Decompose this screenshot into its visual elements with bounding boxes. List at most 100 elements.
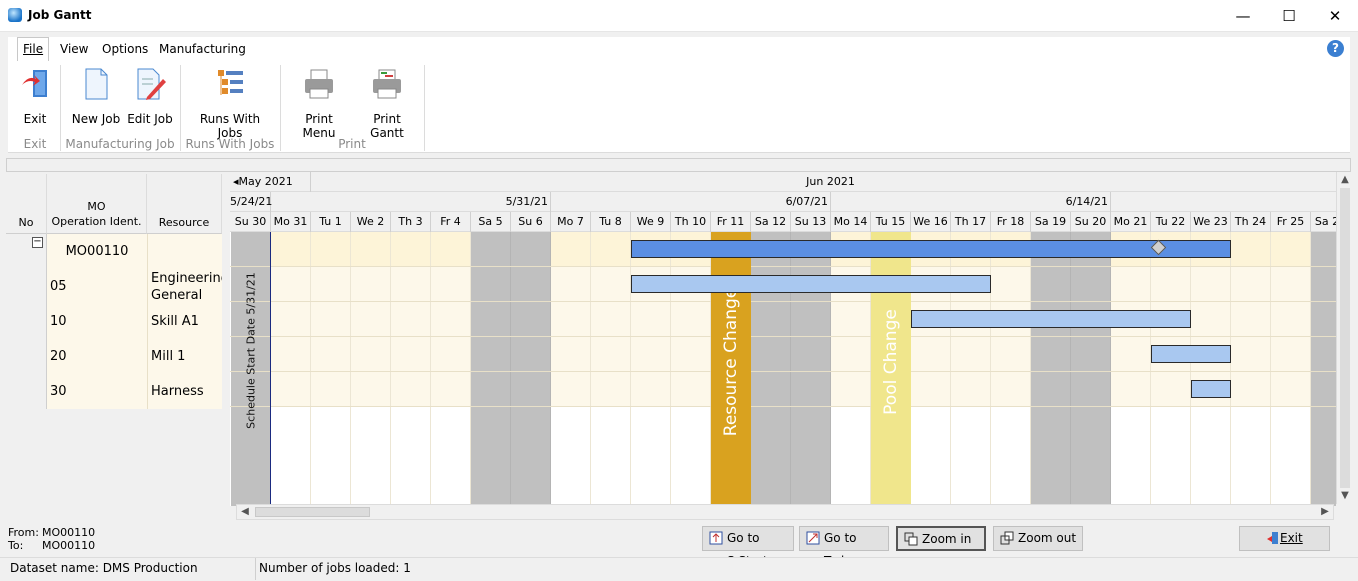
day-label: Su 20	[1071, 212, 1111, 232]
day-label: Sa 26	[1311, 212, 1336, 232]
scroll-thumb[interactable]	[255, 507, 370, 517]
gantt-cell	[1231, 372, 1270, 406]
gantt-cell	[831, 302, 870, 336]
zoom-in-icon	[904, 532, 918, 546]
header-no[interactable]: No	[6, 174, 47, 234]
day-label: Mo 14	[831, 212, 871, 232]
row-number-cell: −	[6, 234, 47, 269]
runs-with-jobs-label: Runs With Jobs	[199, 112, 261, 140]
table-row[interactable]: 30 Harness	[6, 374, 222, 409]
row-number-cell	[6, 339, 47, 374]
exit-label: Exit	[1280, 531, 1303, 545]
collapse-icon[interactable]: −	[32, 237, 43, 248]
gantt-cell	[431, 267, 470, 301]
exit-button[interactable]: Exit	[1239, 526, 1330, 551]
from-label: From:	[8, 526, 39, 539]
go-to-start-button[interactable]: Go to S.Start	[702, 526, 794, 568]
app-icon	[8, 8, 22, 22]
schedule-start-line	[270, 232, 271, 506]
gantt-cell	[1111, 372, 1150, 406]
gantt-cell	[591, 302, 630, 336]
operation-cell: 10	[47, 304, 147, 339]
printer-icon	[305, 69, 333, 99]
day-label: Th 24	[1231, 212, 1271, 232]
menu-file[interactable]: File	[17, 37, 50, 62]
print-gantt-icon	[373, 69, 401, 99]
resource-cell: Skill A1	[147, 304, 222, 339]
gantt-cell	[631, 372, 670, 406]
operation-cell: 30	[47, 374, 147, 409]
scroll-right-icon[interactable]: ▶	[1319, 506, 1331, 517]
gantt-cell	[391, 302, 430, 336]
minimize-button[interactable]: —	[1220, 0, 1266, 32]
gantt-cell	[271, 267, 310, 301]
gantt-cell	[1151, 372, 1190, 406]
exit-ribbon-label: Exit	[23, 112, 47, 126]
zoom-out-button[interactable]: Zoom out	[993, 526, 1083, 551]
gantt-cell	[391, 337, 430, 371]
resource-cell	[147, 234, 222, 269]
table-row[interactable]: 05 Engineering General	[6, 269, 222, 304]
day-label: We 16	[911, 212, 951, 232]
gantt-cell	[311, 232, 350, 266]
header-mo-operation[interactable]: MO Operation Ident.	[47, 174, 147, 234]
vertical-scrollbar[interactable]: ▲ ▼	[1336, 172, 1352, 504]
zoom-in-button[interactable]: Zoom in	[896, 526, 986, 551]
menu-options[interactable]: Options	[102, 42, 148, 56]
month-label: Jun 2021	[311, 172, 1336, 192]
scroll-down-icon[interactable]: ▼	[1339, 490, 1351, 501]
gantt-chart[interactable]: ◂May 2021 Jun 2021 5/24/21 5/31/21 6/07/21 6…	[230, 172, 1336, 506]
print-gantt-button[interactable]: Print Gantt	[356, 67, 418, 140]
print-menu-button[interactable]: Print Menu	[288, 67, 350, 140]
job-bar[interactable]	[631, 240, 1231, 258]
gantt-cell	[1151, 267, 1190, 301]
day-label: Mo 21	[1111, 212, 1151, 232]
scroll-thumb[interactable]	[1340, 188, 1350, 488]
operation-bar[interactable]	[1191, 380, 1231, 398]
pool-change-band-label: Pool Change	[881, 309, 901, 415]
status-separator	[255, 558, 256, 580]
runs-with-jobs-button[interactable]: Runs With Jobs	[188, 67, 272, 140]
exit-ribbon-button[interactable]: Exit	[12, 67, 58, 126]
close-button[interactable]: ✕	[1312, 0, 1358, 32]
menu-file-label: File	[23, 42, 44, 56]
table-row[interactable]: 10 Skill A1	[6, 304, 222, 339]
gantt-cell	[831, 337, 870, 371]
menu-manufacturing[interactable]: Manufacturing	[159, 42, 246, 56]
gantt-cell	[351, 267, 390, 301]
gantt-cell	[431, 302, 470, 336]
day-header: Su 30 Mo 31 Tu 1 We 2 Th 3 Fr 4 Sa 5 Su 6 Mo 7 Tu…	[230, 212, 1336, 232]
gantt-cell	[391, 267, 430, 301]
operation-bar[interactable]	[631, 275, 991, 293]
from-value: MO00110	[42, 526, 96, 539]
go-to-today-button[interactable]: Go to Today	[799, 526, 889, 568]
month-header: ◂May 2021 Jun 2021	[230, 172, 1336, 192]
exit-door-icon	[1267, 532, 1278, 544]
help-icon[interactable]: ?	[1327, 40, 1344, 57]
gantt-cell	[311, 267, 350, 301]
gantt-cell	[551, 372, 590, 406]
gantt-cell	[1271, 372, 1310, 406]
new-job-button[interactable]: New Job	[70, 67, 122, 126]
operation-bar[interactable]	[1151, 345, 1231, 363]
gantt-cell	[431, 337, 470, 371]
scroll-up-icon[interactable]: ▲	[1339, 174, 1351, 185]
operation-bar[interactable]	[911, 310, 1191, 328]
new-job-label: New Job	[71, 112, 121, 126]
menu-view[interactable]: View	[60, 42, 88, 56]
gantt-cell	[311, 372, 350, 406]
scroll-left-icon[interactable]: ◀	[239, 506, 251, 517]
resource-change-band: Resource Change	[711, 232, 751, 506]
edit-job-button[interactable]: Edit Job	[126, 67, 174, 126]
table-row[interactable]: 20 Mill 1	[6, 339, 222, 374]
maximize-button[interactable]: ☐	[1266, 0, 1312, 32]
table-row-mo[interactable]: − MO00110	[6, 234, 222, 269]
horizontal-scrollbar[interactable]: ◀ ▶	[236, 504, 1334, 520]
day-label: Tu 22	[1151, 212, 1191, 232]
day-label: Tu 1	[311, 212, 351, 232]
gantt-cell	[911, 337, 950, 371]
header-resource[interactable]: Resource	[147, 174, 222, 234]
day-label: Sa 19	[1031, 212, 1071, 232]
row-number-cell	[6, 304, 47, 339]
gantt-cell	[671, 337, 710, 371]
